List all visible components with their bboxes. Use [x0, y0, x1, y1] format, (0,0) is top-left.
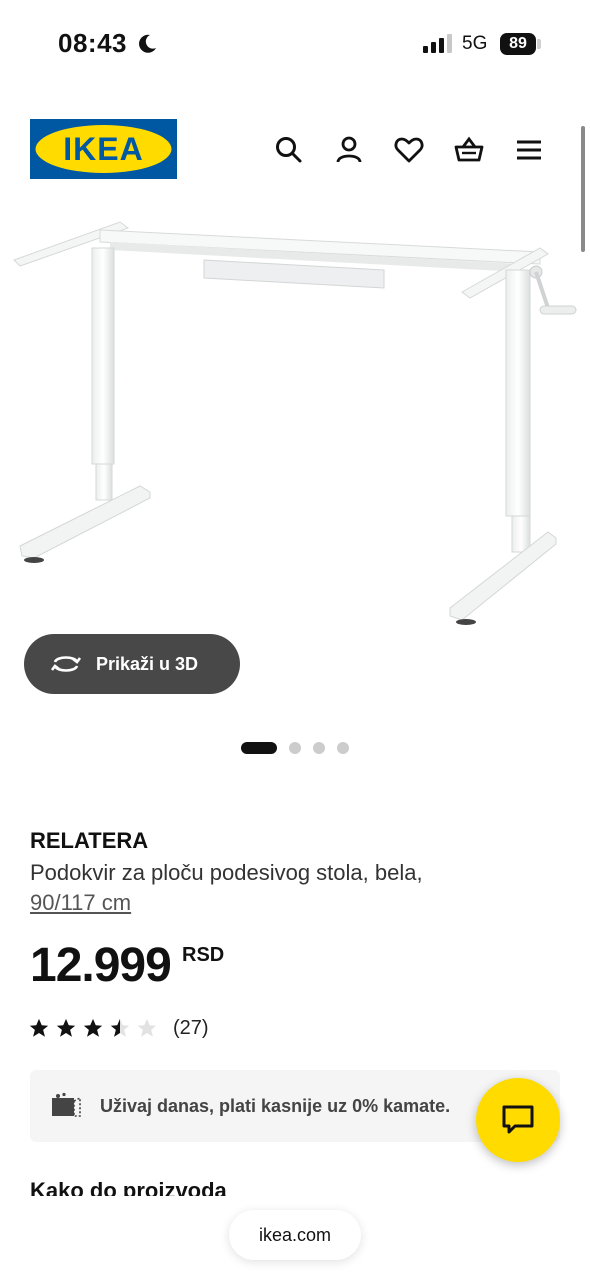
carousel-dot-2[interactable] — [289, 742, 301, 754]
star-full-icon — [56, 1018, 76, 1037]
product-description: Podokvir za ploču podesivog stola, bela, — [30, 860, 423, 885]
moon-icon — [139, 34, 156, 53]
carousel-indicator — [241, 742, 361, 754]
product-rating[interactable]: (27) — [28, 1014, 209, 1042]
review-count: (27) — [173, 1016, 209, 1039]
delivery-section-heading: Kako do proizvoda — [30, 1178, 227, 1198]
view-3d-button[interactable]: Prikaži u 3D — [24, 634, 240, 694]
network-label: 5G — [462, 33, 488, 54]
browser-url-bar[interactable]: ikea.com — [229, 1210, 361, 1260]
chat-button[interactable] — [476, 1078, 560, 1162]
ikea-logo[interactable]: IKEA — [30, 119, 177, 179]
status-time: 08:43 — [58, 28, 127, 58]
chat-icon — [502, 1105, 534, 1134]
star-empty-icon — [137, 1018, 157, 1037]
site-header: IKEA — [0, 110, 590, 190]
product-image[interactable] — [0, 200, 590, 640]
financing-text: Uživaj danas, plati kasnije uz 0% kamate… — [100, 1095, 451, 1116]
product-price: 12.999 — [30, 939, 172, 992]
logo-graphic: IKEA — [30, 119, 177, 179]
view-3d-label: Prikaži u 3D — [96, 653, 199, 674]
menu-icon[interactable] — [513, 134, 545, 166]
carousel-dot-4[interactable] — [337, 742, 349, 754]
rotate-3d-icon — [50, 656, 82, 672]
user-icon[interactable] — [333, 134, 365, 166]
logo-text: IKEA — [63, 131, 143, 167]
star-full-icon — [29, 1018, 49, 1037]
status-bar: 08:43 5G 89 — [0, 0, 590, 90]
installment-icon — [52, 1092, 81, 1117]
search-icon[interactable] — [273, 134, 305, 166]
battery-indicator: 89 — [500, 33, 536, 55]
cart-icon[interactable] — [453, 134, 485, 166]
signal-icon — [423, 34, 452, 53]
product-size-link[interactable]: 90/117 cm — [30, 888, 131, 918]
carousel-dot-1[interactable] — [241, 742, 277, 754]
heart-icon[interactable] — [393, 134, 425, 166]
price-currency: RSD — [182, 944, 225, 966]
battery-tip — [537, 39, 541, 49]
product-name: RELATERA — [30, 828, 149, 853]
carousel-dot-3[interactable] — [313, 742, 325, 754]
star-half-icon — [110, 1018, 130, 1037]
star-full-icon — [83, 1018, 103, 1037]
